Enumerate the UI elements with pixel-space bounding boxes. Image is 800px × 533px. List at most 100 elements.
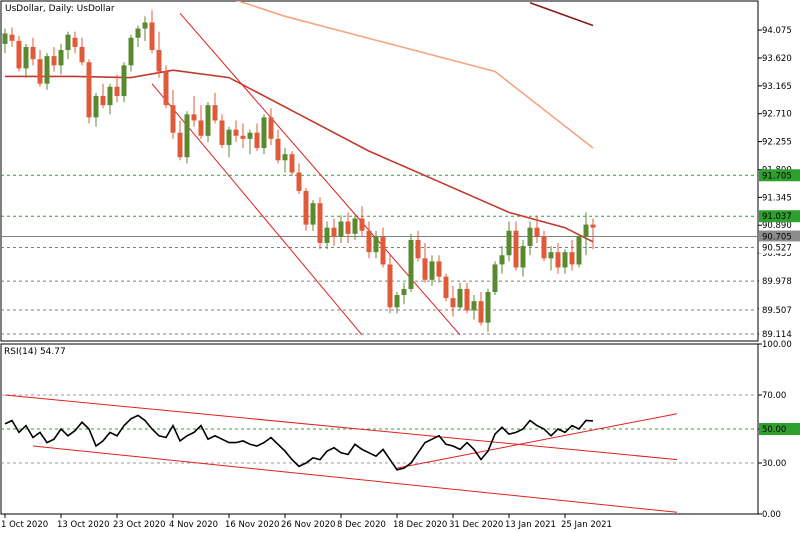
candle-body — [429, 261, 435, 280]
candle-body — [506, 230, 512, 256]
candle-body — [338, 221, 344, 237]
price-axis-label: 90.890 — [762, 221, 792, 231]
candle-body — [485, 291, 491, 323]
candle-body — [359, 218, 365, 231]
candle — [289, 151, 295, 176]
candle-body — [142, 22, 148, 29]
candle-body — [219, 120, 225, 145]
candle-body — [177, 132, 183, 158]
candle-body — [576, 236, 582, 265]
candle-body — [65, 34, 71, 51]
candle-body — [541, 236, 547, 259]
candle-body — [191, 114, 197, 121]
rsi-axis-label: 70.00 — [762, 391, 786, 401]
candle-body — [72, 37, 78, 47]
date-axis-label: 8 Dec 2020 — [337, 520, 386, 530]
candle — [303, 187, 309, 231]
candle-body — [534, 227, 540, 237]
candle-body — [450, 298, 456, 308]
candle-body — [37, 59, 43, 84]
candle-body — [408, 239, 414, 289]
candle-body — [282, 154, 288, 161]
candle — [576, 233, 582, 268]
candle-body — [233, 129, 239, 136]
candle-body — [163, 71, 169, 106]
candle-body — [415, 239, 421, 259]
candle-body — [226, 129, 232, 145]
candle-body — [100, 95, 106, 106]
candle-body — [457, 288, 463, 308]
chart-canvas: UsDollar, Daily: UsDollar 94.075 93.620 93… — [0, 0, 800, 533]
date-axis-label: 25 Jan 2021 — [561, 520, 612, 530]
candle-body — [471, 301, 477, 311]
candle-body — [527, 227, 533, 247]
candle-body — [205, 105, 211, 136]
candle-body — [135, 28, 141, 38]
price-axis-label: 92.710 — [762, 110, 792, 120]
candle-body — [464, 288, 470, 311]
price-axis-label: 92.255 — [762, 138, 792, 148]
candle-body — [478, 301, 484, 323]
candle — [86, 59, 92, 124]
candle-body — [394, 295, 400, 308]
price-tag-label: 89.114 — [762, 330, 792, 340]
candle-body — [387, 264, 393, 308]
candle-body — [289, 154, 295, 173]
date-axis-label: 18 Dec 2020 — [393, 520, 447, 530]
candle-body — [30, 46, 36, 60]
candle-body — [590, 224, 596, 228]
candle — [443, 273, 449, 302]
candle-body — [569, 252, 575, 265]
candle-body — [93, 95, 99, 118]
rsi-axis-label: 100.00 — [762, 340, 792, 350]
rsi-pane-title: RSI(14) 54.77 — [4, 347, 66, 357]
candle-body — [121, 65, 127, 96]
candle-body — [9, 34, 15, 41]
candle-body — [170, 105, 176, 133]
date-axis-label: 4 Nov 2020 — [169, 520, 218, 530]
candle — [317, 197, 323, 250]
candle-body — [520, 246, 526, 268]
candle-body — [79, 46, 85, 63]
price-axis-label: 94.075 — [762, 26, 792, 36]
candle-body — [268, 117, 274, 139]
candle-body — [58, 50, 64, 66]
price-tag-label: 90.527 — [762, 243, 792, 253]
candle-body — [254, 132, 260, 149]
candle-body — [86, 62, 92, 118]
candle-body — [317, 203, 323, 243]
candle-body — [114, 86, 120, 96]
price-tag-label: 90.705 — [762, 233, 792, 243]
candle-body — [261, 117, 267, 149]
candle-body — [16, 40, 22, 69]
candle-body — [184, 114, 190, 158]
date-axis-label: 23 Oct 2020 — [113, 520, 166, 530]
candle-body — [51, 56, 57, 66]
candle-body — [247, 132, 253, 139]
candle-body — [492, 264, 498, 292]
date-axis-label: 31 Dec 2020 — [449, 520, 503, 530]
candle-body — [149, 22, 155, 51]
candle-body — [198, 120, 204, 136]
candle — [16, 35, 22, 72]
candle-body — [303, 190, 309, 225]
date-axis-label: 16 Nov 2020 — [225, 520, 279, 530]
price-tag-label: 91.705 — [762, 171, 792, 181]
candle-body — [296, 172, 302, 191]
price-tag-label: 89.978 — [762, 277, 792, 287]
candle-body — [422, 258, 428, 280]
candle-body — [401, 288, 407, 296]
candle-body — [156, 50, 162, 72]
price-tag-label: 89.507 — [762, 306, 792, 316]
candle-body — [345, 221, 351, 234]
candle-body — [583, 224, 589, 237]
candle — [492, 261, 498, 296]
candle-body — [275, 138, 281, 161]
candle-body — [310, 203, 316, 225]
candle — [163, 65, 169, 109]
candle-body — [366, 230, 372, 253]
date-axis-label: 13 Oct 2020 — [57, 520, 110, 530]
candle-body — [240, 135, 246, 139]
candle-body — [44, 56, 50, 84]
candle-body — [2, 33, 8, 44]
